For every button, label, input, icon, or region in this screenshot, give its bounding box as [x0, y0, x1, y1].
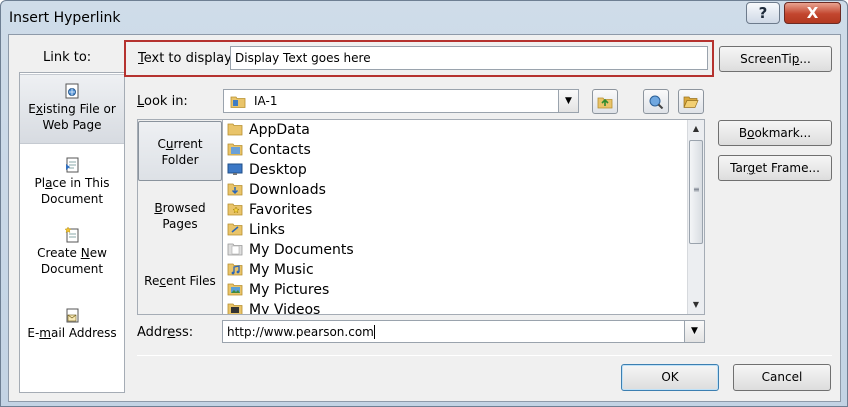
- list-item[interactable]: Downloads: [227, 180, 326, 200]
- list-item[interactable]: Desktop: [227, 160, 307, 180]
- tab-browsed-pages[interactable]: Browsed Pages: [138, 200, 222, 236]
- look-in-select[interactable]: IA-1 ▼: [223, 89, 579, 113]
- text-caret: [373, 325, 375, 339]
- pictures-folder-icon: [227, 283, 243, 296]
- place-in-doc-icon: [66, 157, 79, 173]
- separator: [137, 355, 832, 356]
- dialog-title: Insert Hyperlink: [9, 10, 121, 26]
- text-to-display-highlight: Text to display:: [124, 40, 714, 77]
- new-document-icon: [65, 227, 79, 243]
- open-folder-icon: [683, 96, 699, 108]
- scroll-up-arrow[interactable]: ▲: [688, 121, 704, 137]
- list-item[interactable]: My Pictures: [227, 280, 329, 300]
- dialog-body: Link to: Existing File or Web Page Place …: [8, 34, 841, 402]
- target-frame-button[interactable]: Target Frame...: [718, 155, 832, 181]
- music-folder-icon: [227, 263, 243, 276]
- link-place-in-this-document[interactable]: Place in This Document: [20, 153, 124, 213]
- text-to-display-label: Text to display:: [138, 51, 236, 66]
- desktop-folder-icon: [227, 163, 243, 175]
- link-item-label: Place in This Document: [34, 176, 110, 206]
- list-item[interactable]: My Videos: [227, 300, 320, 314]
- address-input[interactable]: http://www.pearson.com ▼: [222, 320, 705, 343]
- look-in-dropdown-arrow[interactable]: ▼: [558, 90, 578, 112]
- link-item-label: E-mail Address: [27, 326, 117, 340]
- downloads-folder-icon: [227, 183, 243, 196]
- scroll-thumb[interactable]: ≡: [689, 140, 703, 244]
- address-value: http://www.pearson.com: [227, 325, 375, 339]
- address-dropdown-arrow[interactable]: ▼: [684, 321, 704, 342]
- link-email-address[interactable]: E-mail Address: [20, 303, 124, 343]
- ok-button[interactable]: OK: [621, 364, 719, 391]
- tab-current-folder[interactable]: Current Folder: [138, 121, 222, 181]
- title-bar: Insert Hyperlink ? X: [1, 1, 847, 35]
- up-one-folder-button[interactable]: [592, 89, 618, 114]
- browse-web-icon: [649, 95, 664, 109]
- bookmark-button[interactable]: Bookmark...: [718, 120, 832, 146]
- list-item[interactable]: Links: [227, 220, 285, 240]
- contacts-folder-icon: [227, 143, 243, 156]
- link-to-panel: Existing File or Web Page Place in This Do…: [19, 72, 125, 393]
- look-in-label: Look in:: [137, 94, 188, 109]
- file-web-icon: [65, 83, 79, 99]
- videos-folder-icon: [227, 303, 243, 314]
- links-folder-icon: [227, 223, 243, 236]
- browse-file-button[interactable]: [678, 89, 704, 114]
- favorites-folder-icon: [227, 203, 243, 216]
- folder-icon: [230, 96, 246, 108]
- list-item[interactable]: My Documents: [227, 240, 354, 260]
- help-button[interactable]: ?: [746, 2, 780, 24]
- list-item[interactable]: Contacts: [227, 140, 311, 160]
- list-item[interactable]: My Music: [227, 260, 314, 280]
- folder-icon: [227, 123, 243, 136]
- screentip-button[interactable]: ScreenTip...: [719, 46, 832, 72]
- link-item-label: Create New Document: [37, 246, 107, 276]
- insert-hyperlink-dialog: Insert Hyperlink ? X Link to: Existing F…: [0, 0, 848, 407]
- tab-recent-files[interactable]: Recent Files: [138, 273, 222, 293]
- text-to-display-input[interactable]: [230, 46, 708, 70]
- scroll-down-arrow[interactable]: ▼: [688, 297, 704, 313]
- link-create-new-document[interactable]: Create New Document: [20, 223, 124, 283]
- email-icon: [66, 308, 79, 323]
- folder-view-tabs: Current Folder Browsed Pages Recent Files: [137, 119, 223, 315]
- browse-web-button[interactable]: [643, 89, 669, 114]
- file-list-scrollbar[interactable]: ▲ ≡ ▼: [687, 120, 704, 314]
- list-item[interactable]: Favorites: [227, 200, 312, 220]
- file-list[interactable]: AppData Contacts Desktop Downloads Favor…: [222, 119, 705, 315]
- up-folder-icon: [597, 97, 613, 109]
- documents-folder-icon: [227, 243, 243, 256]
- close-button[interactable]: X: [784, 2, 841, 24]
- link-existing-file-or-web-page[interactable]: Existing File or Web Page: [20, 74, 124, 144]
- address-label: Address:: [137, 325, 194, 340]
- link-item-label: Existing File or Web Page: [28, 102, 116, 132]
- cancel-button[interactable]: Cancel: [733, 364, 831, 391]
- link-to-label: Link to:: [43, 50, 92, 65]
- look-in-value: IA-1: [254, 94, 278, 108]
- list-item[interactable]: AppData: [227, 120, 310, 140]
